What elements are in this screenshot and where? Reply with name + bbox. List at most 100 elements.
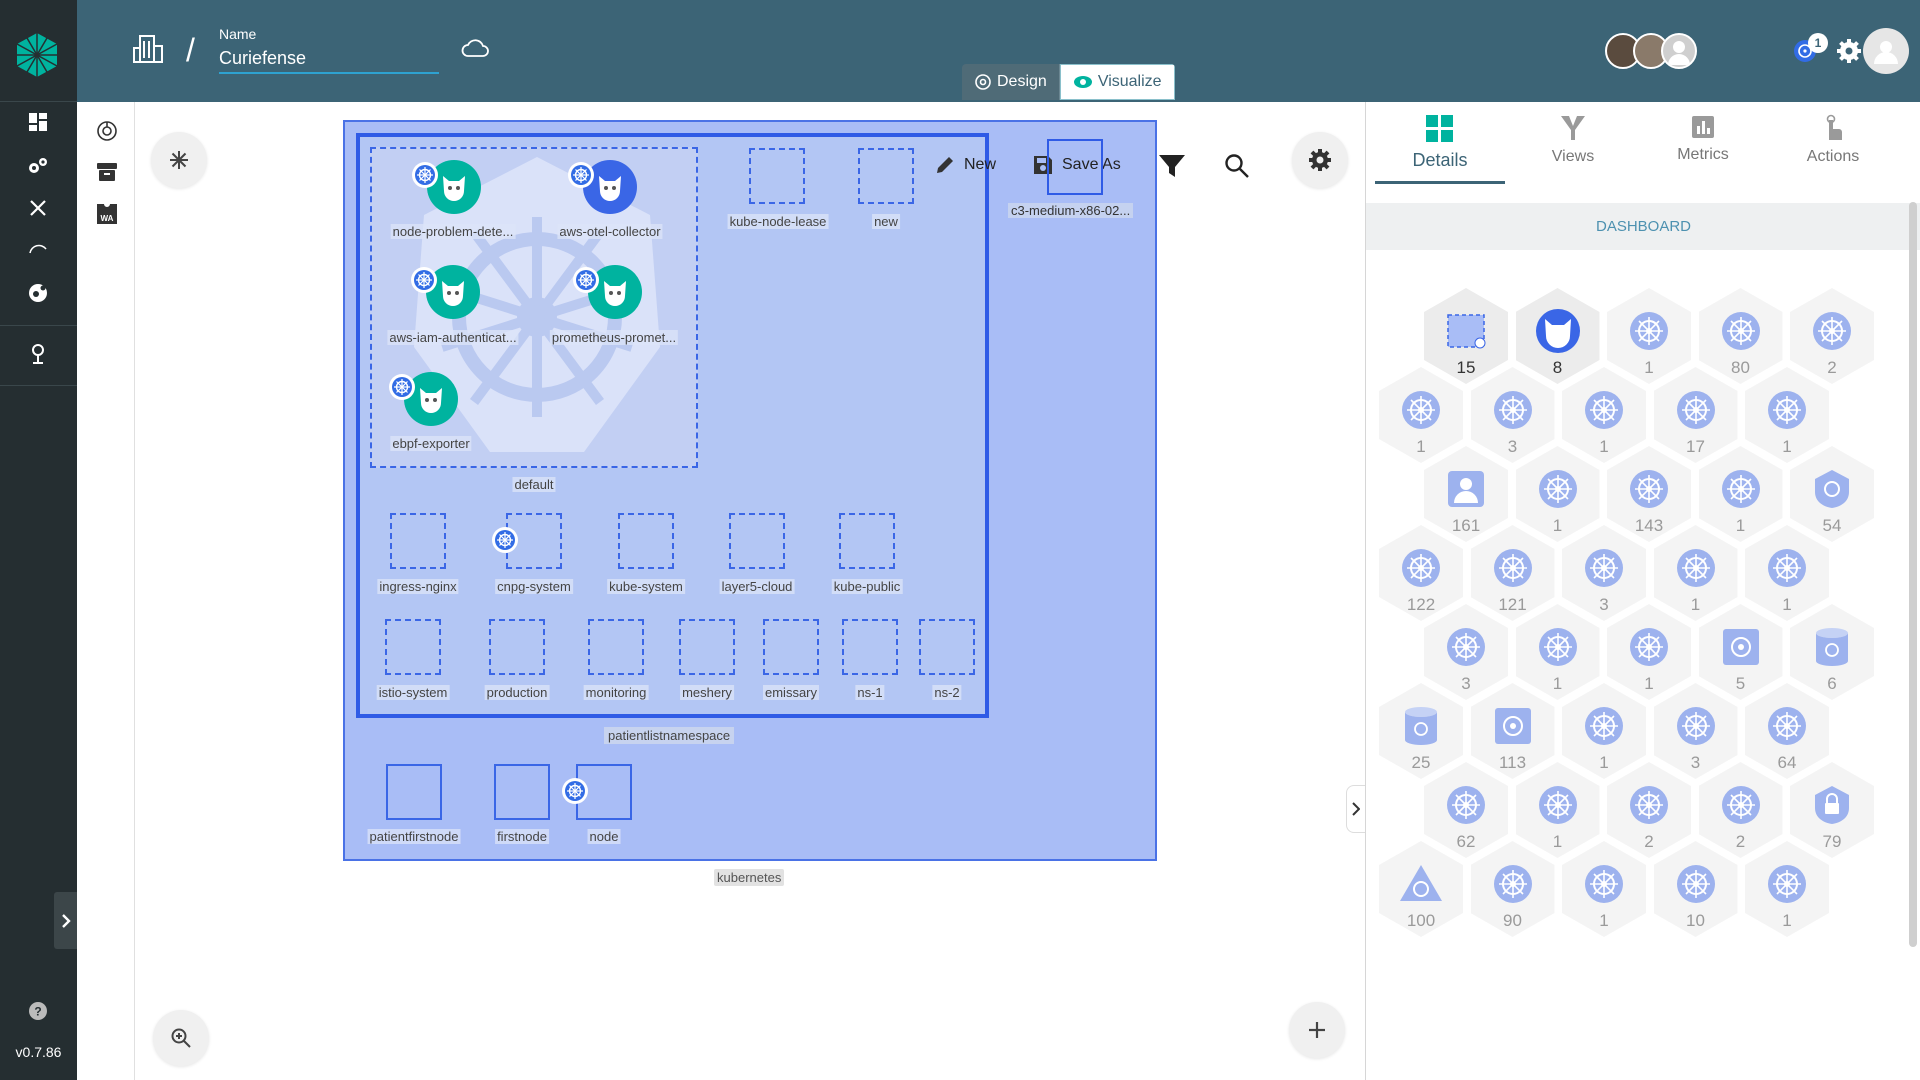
resource-hex-k8s[interactable]: 1 xyxy=(1745,367,1829,463)
namespace-production[interactable] xyxy=(489,619,545,675)
resource-hex-k8s[interactable]: 1 xyxy=(1379,367,1463,463)
resource-hex-k8s[interactable]: 1 xyxy=(1698,446,1783,542)
resource-hex-k8s[interactable]: 1 xyxy=(1745,841,1829,937)
dashboard-icon[interactable] xyxy=(26,110,50,134)
machine-node[interactable] xyxy=(1047,139,1103,195)
resource-hex-ns[interactable]: 15 xyxy=(1424,288,1508,384)
location-pin-icon[interactable] xyxy=(26,342,50,366)
archive-icon[interactable] xyxy=(94,159,120,185)
resource-hex-k8s[interactable]: 1 xyxy=(1607,604,1691,700)
resource-hex-k8s[interactable]: 10 xyxy=(1653,841,1738,937)
resource-hex-k8s[interactable]: 1 xyxy=(1607,288,1691,384)
node-label: node xyxy=(587,829,621,844)
collaborator-avatar[interactable] xyxy=(1661,33,1697,69)
resource-hex-k8s[interactable]: 1 xyxy=(1515,762,1600,858)
resource-hex-k8s[interactable]: 121 xyxy=(1470,525,1555,621)
namespace-ns-1[interactable] xyxy=(842,619,898,675)
tab-views[interactable]: Views xyxy=(1508,108,1638,184)
resource-hex-k8s[interactable]: 122 xyxy=(1379,525,1463,621)
lifecycle-gears-icon[interactable] xyxy=(26,154,50,178)
help-icon[interactable]: ? xyxy=(26,999,50,1023)
panel-collapse-button[interactable] xyxy=(1346,785,1366,833)
configuration-tools-icon[interactable] xyxy=(26,196,50,220)
filter-button[interactable] xyxy=(1158,153,1186,179)
filter-icon xyxy=(1159,155,1185,177)
visualize-mode-label: Visualize xyxy=(1097,73,1162,90)
resource-hex-k8s[interactable]: 3 xyxy=(1424,604,1508,700)
resource-hex-k8s[interactable]: 3 xyxy=(1470,367,1555,463)
resource-hex-k8s[interactable]: 17 xyxy=(1653,367,1738,463)
resource-count: 1 xyxy=(1782,595,1792,614)
tab-metrics[interactable]: Metrics xyxy=(1638,108,1768,184)
namespace-monitoring[interactable] xyxy=(588,619,644,675)
resource-hex-k8s[interactable]: 1 xyxy=(1515,604,1600,700)
namespace-kube-node-lease[interactable] xyxy=(749,148,805,204)
resource-hex-k8s[interactable]: 143 xyxy=(1607,446,1691,542)
resource-hex-k8s[interactable]: 62 xyxy=(1424,762,1508,858)
user-profile-avatar[interactable] xyxy=(1863,28,1909,74)
resource-count: 1 xyxy=(1690,595,1701,614)
visualize-mode-button[interactable]: Visualize xyxy=(1059,64,1175,100)
organization-building-icon[interactable] xyxy=(132,34,164,69)
chevron-right-icon xyxy=(1352,802,1360,816)
namespace-meshery[interactable] xyxy=(679,619,735,675)
namespace-ns-2[interactable] xyxy=(919,619,975,675)
resource-hex-k8s[interactable]: 1 xyxy=(1515,446,1600,542)
node-palette-button[interactable] xyxy=(151,132,207,188)
resource-hex-k8s[interactable]: 80 xyxy=(1698,288,1783,384)
performance-gauge-icon[interactable] xyxy=(26,236,50,260)
resource-hex-k8s[interactable]: 1 xyxy=(1562,683,1646,779)
resource-hex-k8s[interactable]: 2 xyxy=(1790,288,1874,384)
design-mode-button[interactable]: Design xyxy=(962,64,1060,100)
rail-expand-button[interactable] xyxy=(54,892,77,949)
namespace-ingress-nginx[interactable] xyxy=(390,513,446,569)
resource-hex-pod[interactable]: 8 xyxy=(1515,288,1600,384)
namespace-layer5-cloud[interactable] xyxy=(729,513,785,569)
canvas-settings-button[interactable] xyxy=(1292,132,1348,188)
panel-scrollbar[interactable] xyxy=(1909,202,1917,947)
namespace-kube-public[interactable] xyxy=(839,513,895,569)
search-button[interactable] xyxy=(1224,153,1250,179)
namespace-emissary[interactable] xyxy=(763,619,819,675)
extensions-icon[interactable] xyxy=(26,281,50,305)
settings-gear-icon xyxy=(1309,149,1331,171)
resource-hex-k8s[interactable]: 1 xyxy=(1745,525,1829,621)
resource-count: 1 xyxy=(1552,832,1563,851)
resource-hex-lock[interactable]: 79 xyxy=(1790,762,1874,858)
node-patientfirstnode[interactable] xyxy=(386,764,442,820)
tab-label: Metrics xyxy=(1677,146,1729,163)
resource-hex-k8s[interactable]: 3 xyxy=(1653,683,1738,779)
resource-hex-k8s[interactable]: 64 xyxy=(1745,683,1829,779)
tab-actions[interactable]: Actions xyxy=(1768,108,1898,184)
resource-hex-k8s[interactable]: 2 xyxy=(1698,762,1783,858)
resource-hex-k8s[interactable]: 1 xyxy=(1653,525,1738,621)
resource-hex-user[interactable]: 161 xyxy=(1424,446,1508,542)
add-component-button[interactable] xyxy=(1289,1002,1345,1058)
resource-hex-k8s[interactable]: 1 xyxy=(1562,367,1646,463)
kubernetes-badge-icon xyxy=(568,162,594,188)
tab-details[interactable]: Details xyxy=(1375,108,1505,184)
namespace-new[interactable] xyxy=(858,148,914,204)
cloud-sync-icon[interactable] xyxy=(460,37,490,64)
resource-hex-k8s[interactable]: 2 xyxy=(1607,762,1691,858)
designs-icon[interactable] xyxy=(94,118,120,144)
meshery-logo-icon[interactable] xyxy=(13,31,61,79)
resource-hex-shield[interactable]: 54 xyxy=(1790,446,1874,542)
resource-hex-k8s[interactable]: 90 xyxy=(1470,841,1555,937)
resource-hex-db[interactable]: 6 xyxy=(1790,604,1874,700)
resource-k8s-icon xyxy=(1764,703,1810,749)
new-design-button[interactable]: New xyxy=(934,154,996,176)
webassembly-icon[interactable]: WA xyxy=(94,201,120,227)
design-name-input[interactable] xyxy=(219,44,439,74)
resource-hex-tri[interactable]: 100 xyxy=(1379,841,1463,937)
settings-gear-icon[interactable] xyxy=(1834,36,1864,66)
zoom-button[interactable] xyxy=(153,1010,209,1066)
resource-hex-square[interactable]: 5 xyxy=(1698,604,1783,700)
node-firstnode[interactable] xyxy=(494,764,550,820)
resource-hex-k8s[interactable]: 1 xyxy=(1562,841,1646,937)
resource-hex-db[interactable]: 25 xyxy=(1379,683,1463,779)
resource-hex-k8s[interactable]: 3 xyxy=(1562,525,1646,621)
resource-hex-square[interactable]: 113 xyxy=(1470,683,1555,779)
namespace-istio-system[interactable] xyxy=(385,619,441,675)
namespace-kube-system[interactable] xyxy=(618,513,674,569)
